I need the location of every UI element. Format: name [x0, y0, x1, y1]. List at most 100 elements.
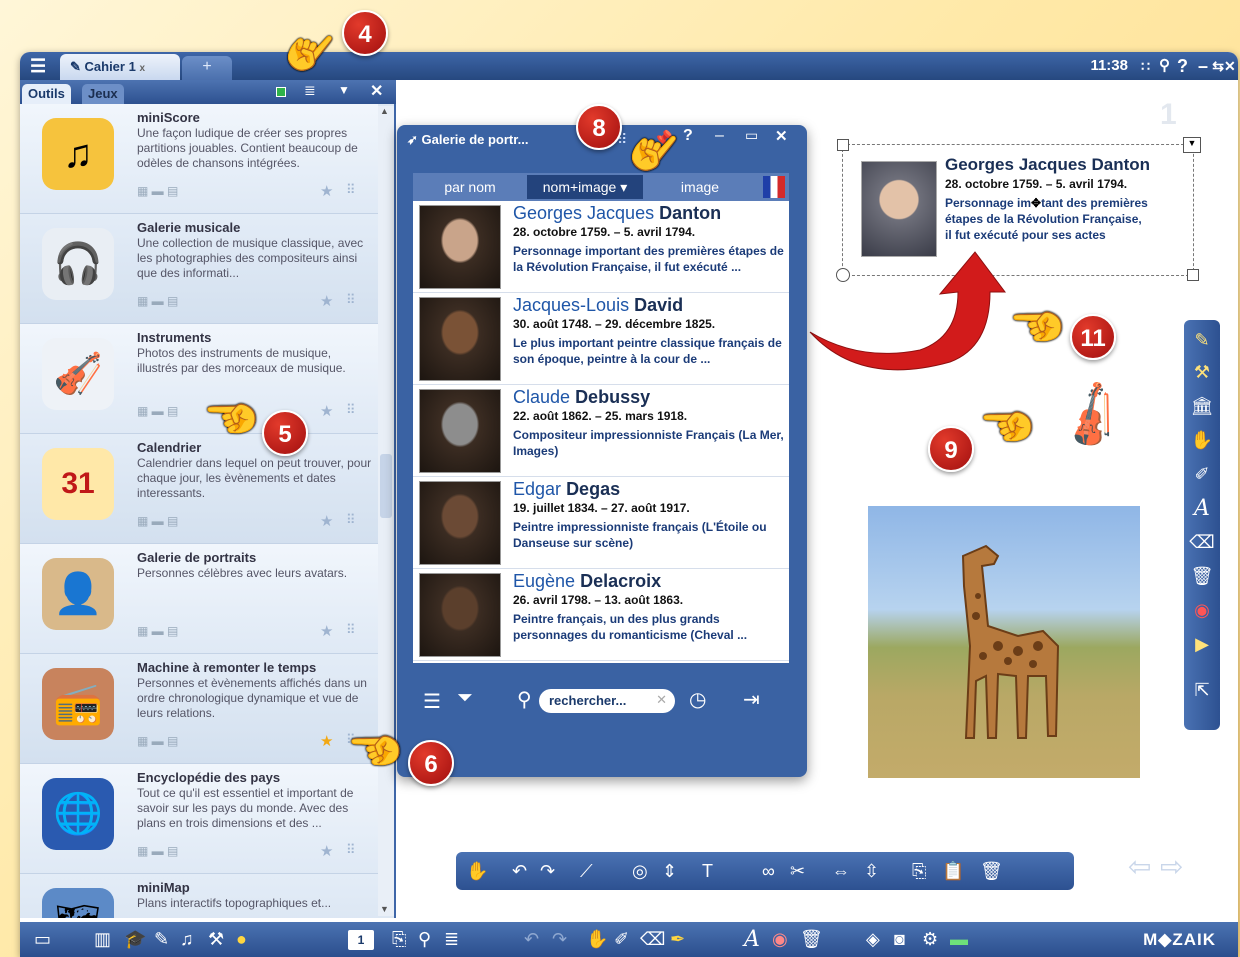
minimize-icon[interactable]: – — [1198, 52, 1208, 80]
tool-actions[interactable]: ▦ ▬ ▤ — [137, 404, 178, 418]
portrait-image[interactable] — [419, 573, 501, 657]
menu-icon[interactable]: ☰ — [30, 52, 46, 80]
undo-icon[interactable]: ↶ — [524, 922, 539, 957]
tool-icon[interactable]: 🎧 — [42, 228, 114, 300]
view-by-name[interactable]: par nom — [413, 175, 527, 199]
drag-handle-icon[interactable]: ⠿ — [346, 842, 356, 858]
record-icon[interactable]: ◉ — [1184, 600, 1220, 621]
circle-tool-icon[interactable]: ◎ — [632, 852, 648, 890]
minimize-icon[interactable]: – — [715, 127, 724, 145]
tool-item[interactable]: 👤 Galerie de portraits Personnes célèbres … — [20, 544, 378, 654]
restore-icon[interactable]: ⇆ — [1212, 52, 1224, 80]
close-icon[interactable]: ✕ — [1224, 52, 1238, 80]
list-view-icon[interactable]: ☰ — [423, 689, 441, 714]
page-indicator[interactable]: 1 — [348, 930, 374, 950]
prev-page-icon[interactable]: ⇦ — [1128, 850, 1151, 883]
card-menu-icon[interactable]: ▼ — [1183, 137, 1201, 153]
portrait-row[interactable]: Jacques-Louis David 30. août 1748. – 29. … — [413, 293, 789, 385]
pen-icon[interactable]: ✒ — [670, 922, 685, 957]
chevron-down-icon[interactable]: ▼ — [338, 83, 350, 97]
layer-order-icon[interactable]: ⇕ — [662, 852, 677, 890]
camera-icon[interactable]: ◙ — [894, 922, 905, 957]
tool-icon[interactable]: ♫ — [42, 118, 114, 190]
favorite-star-icon[interactable]: ★ — [320, 512, 333, 530]
add-tab-button[interactable]: + — [182, 56, 232, 80]
tool-icon[interactable]: 👤 — [42, 558, 114, 630]
trash-icon[interactable]: 🗑 — [1184, 566, 1220, 587]
export-icon[interactable]: ⇥ — [743, 687, 760, 712]
flip-vertical-icon[interactable]: ⇳ — [864, 852, 879, 890]
copy-icon[interactable]: ⎘ — [912, 852, 926, 890]
tool-item[interactable]: ♫ miniScore Une façon ludique de créer ses… — [20, 104, 378, 214]
tool-actions[interactable]: ▦ ▬ ▤ — [137, 624, 178, 638]
hand-tool-icon[interactable]: ✋ — [586, 922, 608, 957]
sidebar-close-icon[interactable]: ✕ — [370, 81, 383, 101]
text-icon[interactable]: A — [744, 922, 760, 957]
book-icon[interactable]: ▥ — [94, 922, 111, 957]
drag-handle-icon[interactable]: ⠿ — [346, 622, 356, 638]
record-icon[interactable]: ◉ — [772, 922, 788, 957]
pencil-icon[interactable]: ✐ — [1184, 464, 1220, 485]
portrait-row[interactable]: Eugène Delacroix 26. avril 1798. – 13. ao… — [413, 569, 789, 661]
next-page-icon[interactable]: ⇨ — [1160, 850, 1183, 883]
search-input[interactable]: rechercher... ✕ — [539, 689, 675, 713]
tool-icon[interactable]: 📻 — [42, 668, 114, 740]
tool-actions[interactable]: ▦ ▬ ▤ — [137, 184, 178, 198]
trash-icon[interactable]: 🗑 — [800, 922, 823, 957]
resize-handle[interactable] — [837, 139, 849, 151]
tool-item[interactable]: 🎧 Galerie musicale Une collection de musiq… — [20, 214, 378, 324]
bulb-icon[interactable]: ● — [236, 922, 247, 957]
note-icon[interactable]: ✎ — [154, 922, 169, 957]
text-tool-icon[interactable]: T — [702, 852, 713, 890]
view-name-image[interactable]: nom+image ▾ — [527, 175, 643, 199]
grid-icon[interactable]: ∷ — [1141, 52, 1150, 80]
resize-handle[interactable] — [1187, 269, 1199, 281]
portrait-row[interactable]: Edgar Degas 19. juillet 1834. – 27. août … — [413, 477, 789, 569]
scroll-up-icon[interactable]: ▲ — [380, 106, 389, 116]
drag-handle-icon[interactable]: ⠿ — [346, 512, 356, 528]
add-page-icon[interactable]: ⎘ — [392, 922, 406, 957]
zoom-icon[interactable]: ⚲ — [418, 922, 431, 957]
notes-icon[interactable]: ✎ — [1184, 330, 1220, 351]
line-tool-icon[interactable]: ⟋ — [580, 852, 593, 890]
unlink-icon[interactable]: ✂ — [790, 852, 805, 890]
play-icon[interactable]: ▶ — [1184, 634, 1220, 655]
text-icon[interactable]: A — [1184, 496, 1220, 521]
bird-icon[interactable]: ♫ — [180, 922, 194, 957]
green-square-icon[interactable] — [276, 87, 286, 97]
favorite-star-icon[interactable]: ★ — [320, 842, 333, 860]
hand-icon[interactable]: ✋ — [1184, 430, 1220, 451]
display-icon[interactable]: ▭ — [34, 922, 51, 957]
graduation-icon[interactable]: 🎓 — [124, 922, 146, 957]
tools-icon[interactable]: ⚒ — [208, 922, 224, 957]
tab-jeux[interactable]: Jeux — [82, 84, 124, 104]
hammer-icon[interactable]: ⚒ — [1184, 362, 1220, 383]
tool-actions[interactable]: ▦ ▬ ▤ — [137, 844, 178, 858]
flip-horizontal-icon[interactable]: ⇔ — [832, 852, 850, 890]
portrait-image[interactable] — [419, 205, 501, 289]
list-icon[interactable]: ≣ — [444, 922, 459, 957]
tab-close-icon[interactable]: x — [139, 63, 145, 74]
violin-icon[interactable]: 🎻 — [1051, 376, 1133, 457]
portrait-row[interactable]: Claude Debussy 22. août 1862. – 25. mars … — [413, 385, 789, 477]
color-icon[interactable]: ▬ — [950, 922, 968, 957]
sidebar-scrollbar[interactable]: ▲ ▼ — [378, 106, 394, 916]
drag-handle-icon[interactable]: ⠿ — [346, 182, 356, 198]
external-icon[interactable]: ⇱ — [1184, 680, 1220, 701]
hand-tool-icon[interactable]: ✋ — [466, 852, 488, 890]
gallery-window[interactable]: ➶ Galerie de portr... ⠿ 📌 ? – ▭ ✕ par no… — [397, 125, 807, 777]
portrait-image[interactable] — [419, 389, 501, 473]
tool-icon[interactable]: 31 — [42, 448, 114, 520]
search-icon[interactable]: ⚲ — [1159, 52, 1170, 80]
clock-icon[interactable]: ◷ — [689, 687, 706, 712]
shapes-icon[interactable]: ◈ — [866, 922, 880, 957]
tool-item[interactable]: 🗺 miniMapPlans interactifs topographiques… — [20, 874, 378, 918]
tool-item[interactable]: 📻 Machine à remonter le temps Personnes et… — [20, 654, 378, 764]
tool-actions[interactable]: ▦ ▬ ▤ — [137, 514, 178, 528]
tool-actions[interactable]: ▦ ▬ ▤ — [137, 734, 178, 748]
link-icon[interactable]: ∞ — [762, 852, 775, 890]
tool-item[interactable]: 🌐 Encyclopédie des pays Tout ce qu'il est … — [20, 764, 378, 874]
scrollbar-thumb[interactable] — [380, 454, 392, 518]
filter-icon[interactable]: ⏷ — [457, 687, 473, 710]
tab-cahier[interactable]: ✎ Cahier 1 x — [60, 54, 180, 80]
